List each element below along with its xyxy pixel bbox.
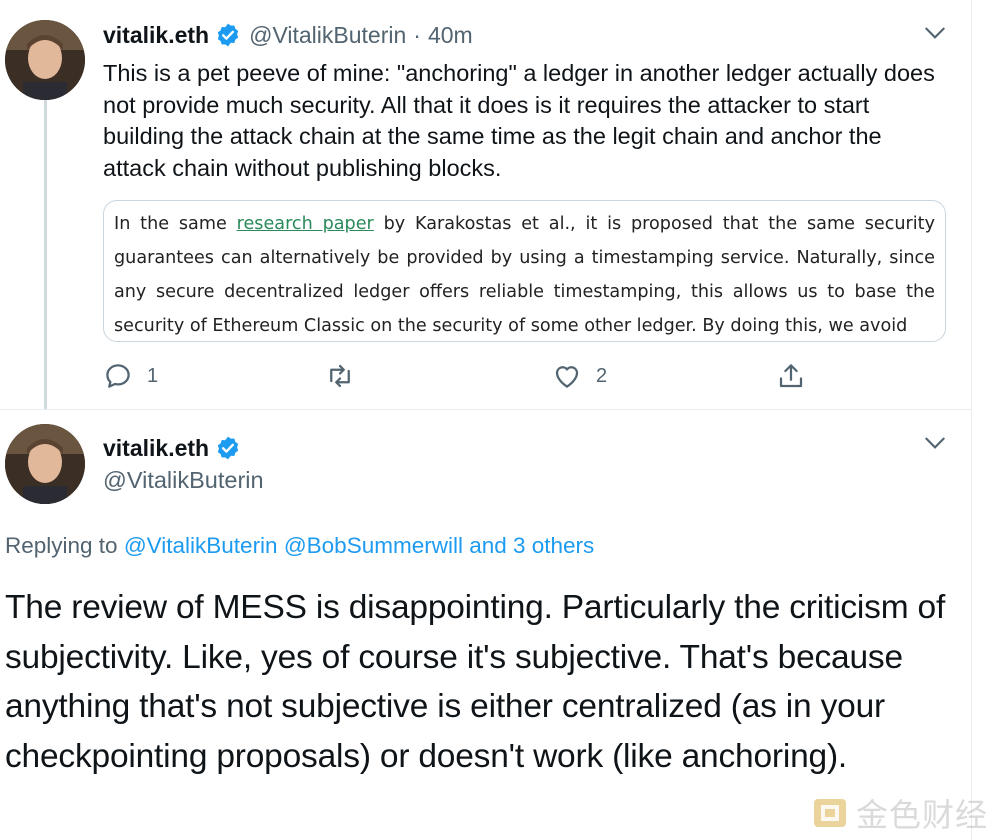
like-count: 2 <box>596 364 608 387</box>
thread-connector-line <box>44 100 47 410</box>
author-handle[interactable]: @VitalikButerin <box>103 464 264 496</box>
watermark-logo: 金色财经 <box>812 792 988 834</box>
page-right-border <box>971 0 972 840</box>
heart-icon <box>555 366 579 388</box>
chevron-down-icon[interactable] <box>922 20 948 46</box>
quote-research-paper-link[interactable]: research paper <box>237 214 374 234</box>
quoted-excerpt-image[interactable]: In the same research paper by Karakostas… <box>103 200 946 342</box>
tweet-text: This is a pet peeve of mine: "anchoring"… <box>103 60 935 181</box>
reply-count: 1 <box>147 364 159 387</box>
share-button[interactable] <box>776 360 806 392</box>
retweet-button[interactable] <box>325 360 355 392</box>
author-name[interactable]: vitalik.eth <box>103 22 209 49</box>
author-name[interactable]: vitalik.eth <box>103 435 209 462</box>
tweet-timestamp[interactable]: 40m <box>428 22 473 49</box>
tweet-actions-bar: 1 2 <box>103 360 823 392</box>
watermark-text: 金色财经 <box>856 796 989 834</box>
replying-to-mentions-link[interactable]: @VitalikButerin @BobSummerwill and 3 oth… <box>124 533 594 558</box>
avatar[interactable] <box>5 20 85 100</box>
retweet-icon <box>330 364 350 388</box>
tweet-1[interactable]: vitalik.eth @VitalikButerin · 40m This i… <box>0 0 970 410</box>
reply-icon <box>106 364 130 388</box>
replying-to-label: Replying to <box>5 533 124 558</box>
verified-badge-icon <box>215 435 241 461</box>
author-handle[interactable]: @VitalikButerin <box>249 22 406 49</box>
avatar[interactable] <box>5 424 85 504</box>
verified-badge-icon <box>215 22 241 48</box>
tweet-1-header: vitalik.eth @VitalikButerin · 40m <box>103 18 473 52</box>
reply-button[interactable]: 1 <box>103 360 158 392</box>
header-separator: · <box>413 21 421 48</box>
like-button[interactable]: 2 <box>552 360 607 392</box>
tweet-2-header: vitalik.eth <box>103 432 249 464</box>
replying-to-line: Replying to @VitalikButerin @BobSummerwi… <box>5 533 594 559</box>
chevron-down-icon[interactable] <box>922 430 948 456</box>
tweet-divider <box>0 409 971 410</box>
share-icon <box>779 364 803 388</box>
tweet-2-text: The review of MESS is disappointing. Par… <box>5 589 946 775</box>
quote-text-start: In the same <box>114 214 237 234</box>
watermark-icon <box>814 799 846 827</box>
